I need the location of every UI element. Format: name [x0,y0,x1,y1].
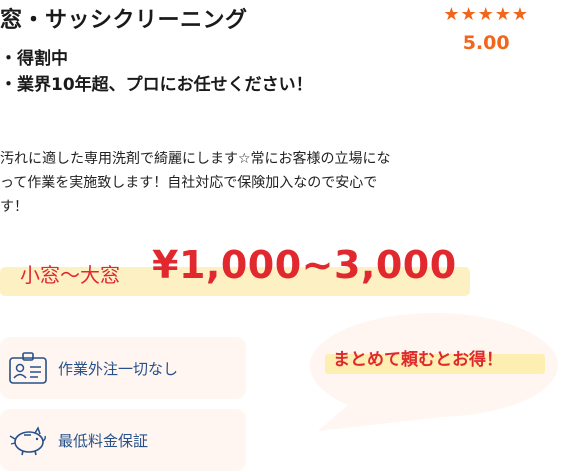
piggy-bank-icon [9,426,46,456]
rating-score: 5.00 [462,32,510,54]
feature-item-discount: ・得割中 [0,49,68,69]
rating: ★★★★★ 5.00 [443,4,529,54]
id-badge-icon [9,352,47,384]
price-label: 小窓～大窓 [20,263,120,287]
service-title: 窓・サッシクリーニング [0,8,248,33]
feature-list: ・得割中 ・業界10年超、プロにお任せください！ [0,46,313,98]
feature-item-experience: ・業界10年超、プロにお任せください！ [0,75,313,95]
star-rating-icon: ★★★★★ [443,4,529,25]
badge-lowest-price: 最低料金保証 [0,409,246,471]
service-description: 汚れに適した専用洗剤で綺麗にします☆常にお客様の立場になって作業を実施致します！… [0,151,391,215]
price-value: ¥1,000~3,000 [152,243,457,287]
callout-text: まとめて頼むとお得！ [333,350,503,370]
badge-no-outsourcing: 作業外注一切なし [0,337,246,399]
badge-label: 最低料金保証 [58,431,149,450]
badge-label: 作業外注一切なし [58,359,179,378]
